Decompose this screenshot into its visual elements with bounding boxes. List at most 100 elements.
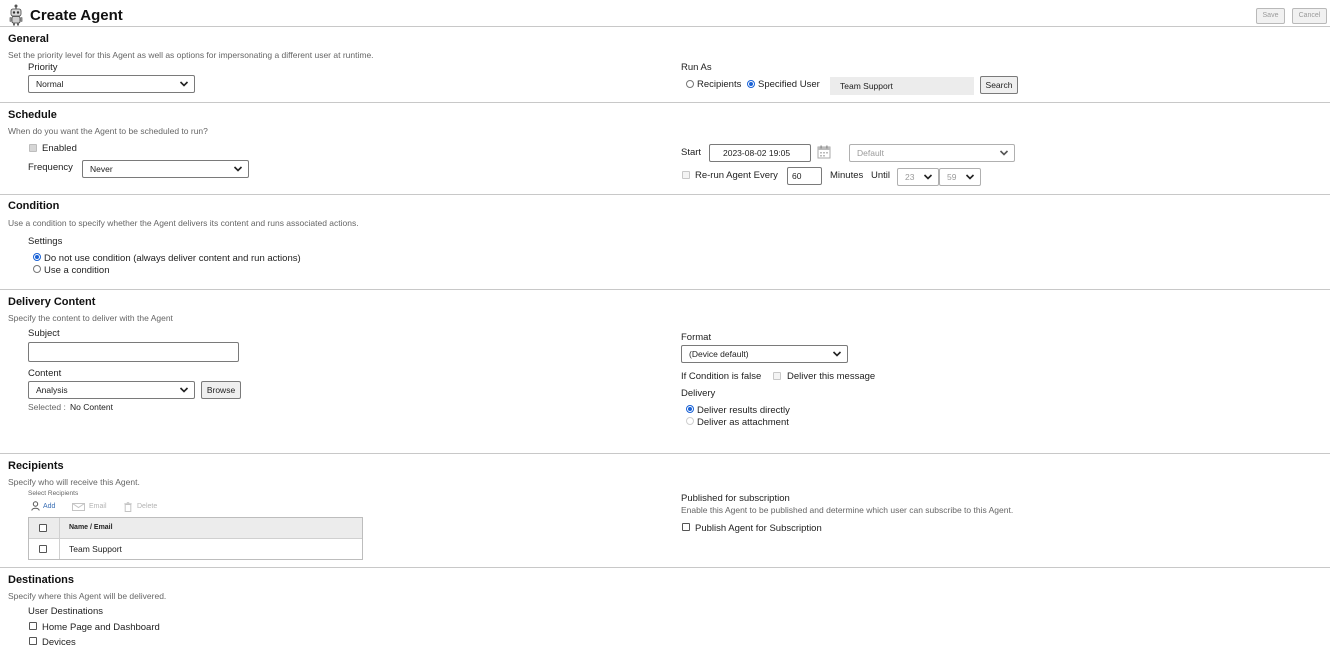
column-header-name-email: Name / Email [69,524,113,531]
run-as-recipients-label: Recipients [697,79,742,90]
recipient-name: Team Support [69,544,122,554]
email-icon [72,503,85,511]
recipients-table: Name / Email Team Support [28,517,363,560]
selected-label: Selected : [28,402,66,412]
content-label: Content [28,368,62,379]
start-label: Start [681,147,702,158]
until-hour-select[interactable]: 23 [897,168,939,186]
run-as-recipients-radio[interactable] [686,80,694,88]
agent-robot-icon [9,4,23,26]
published-title: Published for subscription [681,493,790,504]
calendar-icon[interactable] [817,145,831,159]
format-label: Format [681,332,712,343]
frequency-select[interactable]: Never [82,160,249,178]
email-recipient-button[interactable]: Email [89,503,107,510]
timezone-select-value: Default [857,148,884,158]
row-checkbox[interactable] [39,545,47,553]
page-title: Create Agent [30,7,123,24]
chevron-down-icon [233,166,243,172]
specified-user-field[interactable]: Team Support [830,77,974,95]
until-minute-value: 59 [947,172,957,182]
subject-label: Subject [28,328,60,339]
divider [0,567,1330,568]
delivery-label: Delivery [681,388,716,399]
section-title-general: General [8,33,49,45]
deliver-directly-radio[interactable] [686,405,694,413]
divider [0,453,1330,454]
column-divider [59,539,60,559]
use-condition-radio[interactable] [33,265,41,273]
table-header: Name / Email [29,518,362,539]
frequency-label: Frequency [28,162,73,173]
published-description: Enable this Agent to be published and de… [681,505,1014,515]
user-destinations-label: User Destinations [28,606,103,617]
settings-label: Settings [28,236,63,247]
section-description-condition: Use a condition to specify whether the A… [8,218,359,228]
divider [0,102,1330,103]
section-title-recipients: Recipients [8,460,64,472]
section-title-schedule: Schedule [8,109,57,121]
save-button[interactable]: Save [1256,8,1285,24]
start-datetime-input[interactable]: 2023-08-02 19:05 [709,144,811,162]
publish-agent-label: Publish Agent for Subscription [695,523,822,534]
deliver-attachment-label: Deliver as attachment [697,417,789,428]
chevron-down-icon [999,150,1009,156]
section-title-condition: Condition [8,200,60,212]
priority-select[interactable]: Normal [28,75,195,93]
divider [0,26,1330,27]
section-description-destinations: Specify where this Agent will be deliver… [8,591,167,601]
section-title-destinations: Destinations [8,574,75,586]
subject-input[interactable] [28,342,239,362]
enabled-checkbox[interactable] [29,144,37,152]
run-as-specified-user-radio[interactable] [747,80,755,88]
no-condition-radio[interactable] [33,253,41,261]
trash-icon [124,502,132,512]
until-label: Until [871,170,891,181]
run-as-specified-user-label: Specified User [758,79,820,90]
add-user-icon[interactable] [31,501,40,511]
chevron-down-icon [179,387,189,393]
cancel-button[interactable]: Cancel [1292,8,1327,24]
publish-agent-checkbox[interactable] [682,523,690,531]
rerun-interval-input[interactable]: 60 [787,167,822,185]
chevron-down-icon [965,174,975,180]
add-recipient-button[interactable]: Add [43,503,55,510]
delete-recipient-button[interactable]: Delete [137,503,157,510]
browse-button[interactable]: Browse [201,381,241,399]
divider [0,289,1330,290]
format-select[interactable]: (Device default) [681,345,848,363]
rerun-label: Re-run Agent Every [695,170,778,181]
deliver-attachment-radio[interactable] [686,417,694,425]
until-hour-value: 23 [905,172,915,182]
rerun-checkbox[interactable] [682,171,690,179]
home-page-label: Home Page and Dashboard [42,622,160,633]
select-recipients-label: Select Recipients [28,490,79,497]
selected-value: No Content [70,402,113,412]
enabled-label: Enabled [42,143,77,154]
home-page-checkbox[interactable] [29,622,37,630]
section-description-recipients: Specify who will receive this Agent. [8,477,140,487]
content-select-value: Analysis [36,385,68,395]
select-all-checkbox[interactable] [39,524,47,532]
search-button[interactable]: Search [980,76,1018,94]
section-title-delivery-content: Delivery Content [8,296,96,308]
content-select[interactable]: Analysis [28,381,195,399]
deliver-message-label: Deliver this message [787,371,876,382]
no-condition-label: Do not use condition (always deliver con… [44,253,301,264]
table-row[interactable]: Team Support [29,539,362,559]
run-as-label: Run As [681,62,712,73]
timezone-select[interactable]: Default [849,144,1015,162]
minutes-label: Minutes [830,170,864,181]
deliver-directly-label: Deliver results directly [697,405,790,416]
section-description-schedule: When do you want the Agent to be schedul… [8,126,208,136]
devices-label: Devices [42,637,76,648]
deliver-message-checkbox[interactable] [773,372,781,380]
chevron-down-icon [923,174,933,180]
priority-label: Priority [28,62,58,73]
section-description-general: Set the priority level for this Agent as… [8,50,374,60]
chevron-down-icon [179,81,189,87]
until-minute-select[interactable]: 59 [939,168,981,186]
divider [0,194,1330,195]
devices-checkbox[interactable] [29,637,37,645]
section-description-delivery-content: Specify the content to deliver with the … [8,313,173,323]
